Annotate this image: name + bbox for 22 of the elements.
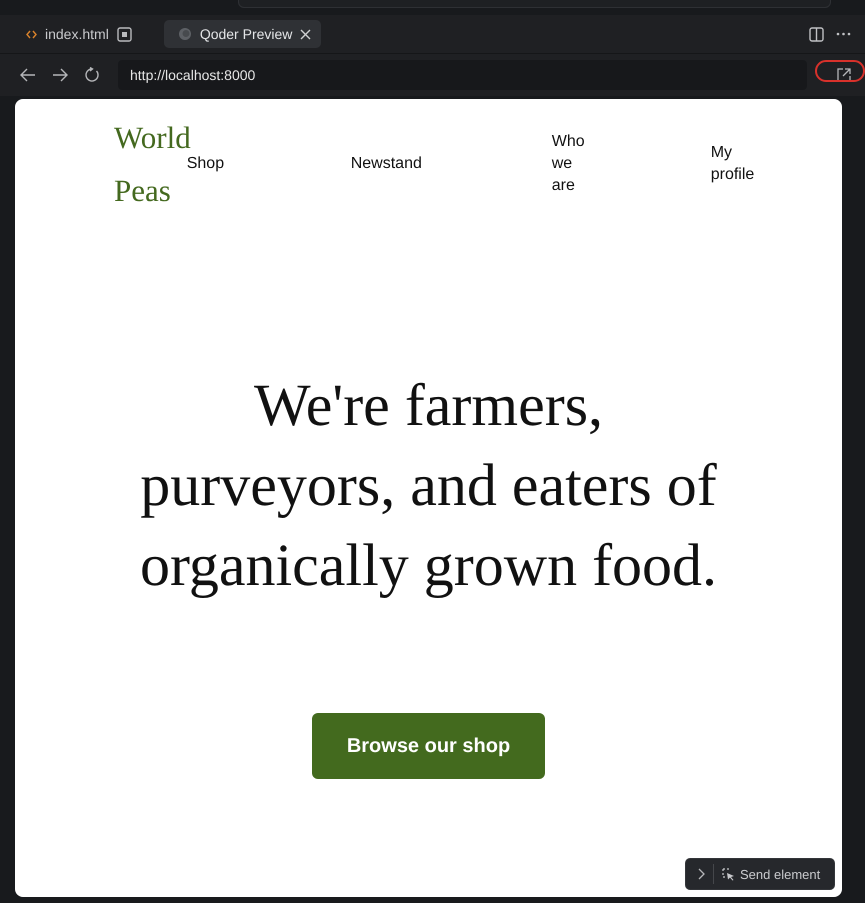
reload-icon[interactable]	[84, 67, 100, 83]
forward-arrow-icon[interactable]	[52, 68, 68, 82]
hero-heading: We're farmers, purveyors, and eaters of organically grown food.	[138, 371, 718, 600]
code-icon	[26, 30, 37, 38]
editor-tab[interactable]: Qoder Preview	[164, 20, 322, 48]
preview-icon[interactable]	[116, 26, 132, 42]
circle-icon	[178, 27, 192, 41]
nav-link[interactable]: My profile	[710, 142, 754, 186]
chevron-icon[interactable]	[698, 868, 705, 880]
browse-shop-button[interactable]: Browse our shop	[312, 713, 545, 779]
url-field[interactable]: http://localhost:8000	[118, 60, 807, 90]
close-icon[interactable]	[300, 28, 312, 40]
back-arrow-icon[interactable]	[20, 68, 36, 82]
nav-link[interactable]: Who we are	[552, 131, 585, 197]
more-icon[interactable]	[836, 32, 851, 36]
nav-link[interactable]: Shop	[186, 153, 224, 175]
editor-tab[interactable]: index.html	[12, 20, 142, 48]
send-element-button[interactable]: Send element	[722, 866, 820, 882]
cursor-select-icon	[722, 868, 735, 880]
open-external-icon[interactable]	[837, 68, 851, 82]
nav-link[interactable]: Newstand	[350, 153, 422, 175]
split-editor-icon[interactable]	[809, 26, 824, 42]
